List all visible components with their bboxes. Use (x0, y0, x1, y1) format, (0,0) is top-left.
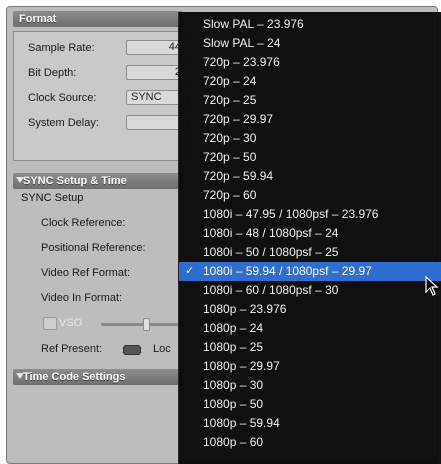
ref-present-label: Ref Present: (41, 343, 103, 355)
menu-item[interactable]: 720p – 50 (179, 148, 441, 167)
sync-section: SYNC Setup Clock Reference: Positional R… (13, 189, 185, 369)
menu-item-label: 1080i – 48 / 1080psf – 24 (203, 226, 339, 240)
checkmark-icon: ✓ (185, 265, 195, 277)
menu-item[interactable]: 1080p – 24 (179, 319, 441, 338)
menu-item[interactable]: 1080p – 30 (179, 376, 441, 395)
menu-item-label: 720p – 30 (203, 131, 257, 145)
menu-item-label: 720p – 29.97 (203, 112, 274, 126)
menu-item[interactable]: 1080i – 60 / 1080psf – 30 (179, 281, 441, 300)
menu-item[interactable]: 1080p – 23.976 (179, 300, 441, 319)
menu-item[interactable]: 1080p – 25 (179, 338, 441, 357)
timecode-section-header[interactable]: Time Code Settings (13, 369, 183, 385)
bit-depth-label: Bit Depth: (28, 67, 77, 79)
menu-item[interactable]: 720p – 25 (179, 91, 441, 110)
menu-item-label: 720p – 25 (203, 93, 257, 107)
menu-item-label: 1080p – 25 (203, 340, 264, 354)
clock-source-label: Clock Source: (28, 92, 97, 104)
menu-item-label: 1080p – 30 (203, 378, 264, 392)
menu-item[interactable]: 720p – 60 (179, 186, 441, 205)
video-in-format-label: Video In Format: (41, 292, 123, 304)
menu-item-label: 1080i – 60 / 1080psf – 30 (203, 283, 339, 297)
video-ref-format-menu[interactable]: Slow PAL – 23.976 Slow PAL – 24 720p – 23.… (178, 12, 441, 464)
disclosure-triangle-icon (16, 177, 24, 183)
menu-item[interactable]: 1080p – 29.97 (179, 357, 441, 376)
disclosure-triangle-icon (16, 373, 24, 379)
menu-item[interactable]: 720p – 59.94 (179, 167, 441, 186)
clock-reference-label: Clock Reference: (41, 217, 126, 229)
format-header-label: Format (19, 13, 57, 25)
menu-item[interactable]: 720p – 24 (179, 72, 441, 91)
menu-item[interactable]: 1080p – 50 (179, 395, 441, 414)
timecode-header-label: Time Code Settings (23, 371, 126, 383)
vso-checkbox[interactable] (43, 317, 57, 330)
format-section-header: Format (13, 11, 183, 27)
menu-item[interactable]: 1080p – 59.94 (179, 414, 441, 433)
sample-rate-label: Sample Rate: (28, 42, 95, 54)
menu-item[interactable]: 1080p – 60 (179, 433, 441, 452)
menu-item-label: 720p – 50 (203, 150, 257, 164)
menu-item-label: 720p – 23.976 (203, 55, 280, 69)
timecode-section (13, 385, 185, 463)
menu-item-label: 1080p – 50 (203, 397, 264, 411)
menu-item[interactable]: 720p – 30 (179, 129, 441, 148)
menu-item[interactable]: Slow PAL – 23.976 (179, 15, 441, 34)
menu-item[interactable]: ✓ 1080i – 59.94 / 1080psf – 29.97 (179, 262, 441, 281)
ref-present-led (123, 345, 141, 355)
menu-item[interactable]: 720p – 23.976 (179, 53, 441, 72)
menu-item-label: 1080p – 29.97 (203, 359, 280, 373)
menu-item-label: 1080p – 60 (203, 435, 264, 449)
menu-item-label: 1080p – 59.94 (203, 416, 280, 430)
menu-item-label: Slow PAL – 23.976 (203, 17, 304, 31)
menu-item[interactable]: Slow PAL – 24 (179, 34, 441, 53)
menu-item-label: 1080i – 59.94 / 1080psf – 29.97 (203, 264, 372, 278)
menu-item-label: 1080i – 50 / 1080psf – 25 (203, 245, 339, 259)
menu-item[interactable]: 1080i – 48 / 1080psf – 24 (179, 224, 441, 243)
sync-setup-subhead: SYNC Setup (21, 192, 84, 204)
vso-label: VSO (59, 317, 83, 329)
mouse-pointer-icon (425, 276, 439, 296)
menu-item-label: 1080p – 23.976 (203, 302, 287, 316)
menu-item-label: 720p – 59.94 (203, 169, 274, 183)
sync-section-header[interactable]: SYNC Setup & Time (13, 173, 183, 189)
sync-header-label: SYNC Setup & Time (23, 175, 127, 187)
menu-item-label: 720p – 60 (203, 188, 257, 202)
menu-item-label: Slow PAL – 24 (203, 36, 281, 50)
menu-item-label: 1080i – 47.95 / 1080psf – 23.976 (203, 207, 379, 221)
menu-item[interactable]: 720p – 29.97 (179, 110, 441, 129)
menu-item-label: 720p – 24 (203, 74, 257, 88)
vso-slider-knob[interactable] (143, 318, 150, 331)
menu-item-label: 1080p – 24 (203, 321, 264, 335)
positional-reference-label: Positional Reference: (41, 242, 146, 254)
menu-item[interactable]: 1080i – 50 / 1080psf – 25 (179, 243, 441, 262)
system-delay-label: System Delay: (28, 117, 99, 129)
lock-label: Loc (153, 343, 171, 355)
video-ref-format-label: Video Ref Format: (41, 267, 131, 279)
format-section: Sample Rate: 44 Bit Depth: 2 Clock Sourc… (13, 31, 188, 161)
menu-item[interactable]: 1080i – 47.95 / 1080psf – 23.976 (179, 205, 441, 224)
